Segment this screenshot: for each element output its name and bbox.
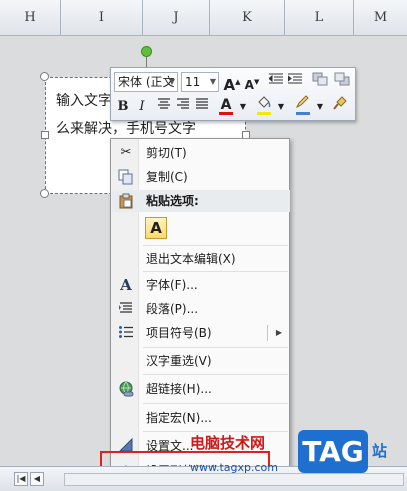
menu-item-hanja[interactable]: 汉字重选(V) (112, 350, 290, 372)
font-color-swatch (219, 112, 233, 115)
grow-font-button[interactable]: A▲ (223, 72, 241, 94)
menu-item-cut-label: 剪切(T) (146, 146, 187, 160)
menu-item-hyperlink-label: 超链接(H)... (146, 382, 212, 396)
paint-bucket-icon (258, 96, 271, 108)
chevron-right-icon[interactable]: ▶ (276, 322, 282, 344)
menu-item-paragraph[interactable]: 段落(P)... (112, 298, 290, 320)
align-right-icon (177, 98, 189, 109)
scissors-icon: ✂ (120, 145, 132, 160)
shrink-font-icon: A (244, 78, 254, 92)
format-painter-icon (333, 96, 347, 110)
watermark-station: 站 (372, 442, 388, 460)
menu-item-hanja-label: 汉字重选(V) (146, 354, 212, 368)
menu-item-exit-text-edit-label: 退出文本编辑(X) (146, 252, 236, 266)
italic-button[interactable]: I (133, 97, 151, 117)
font-icon: A (120, 276, 132, 294)
menu-item-copy[interactable]: 复制(C) (112, 166, 290, 188)
paragraph-icon (117, 301, 135, 317)
column-header-k[interactable]: K (210, 0, 285, 36)
watermark-site-name: 电脑技术网 (190, 434, 266, 452)
rotation-handle[interactable] (141, 46, 152, 57)
menu-item-paste-options: 粘贴选项: (112, 190, 290, 212)
increase-indent-icon (287, 73, 302, 84)
column-header-bar: H I J K L M (0, 0, 407, 36)
bring-forward-button[interactable] (311, 72, 329, 92)
menu-item-paragraph-label: 段落(P)... (146, 302, 199, 316)
font-color-icon: A (220, 97, 232, 113)
previous-sheet-button[interactable]: ◀ (30, 472, 44, 486)
menu-separator (143, 245, 288, 246)
font-name-value: 宋体 (正文 (118, 75, 175, 89)
menu-item-assign-macro[interactable]: 指定宏(N)... (112, 407, 290, 429)
shape-outline-button[interactable] (294, 95, 312, 115)
chevron-down-icon[interactable]: ▼ (311, 97, 329, 117)
clipboard-icon (117, 193, 135, 209)
column-header-m[interactable]: M (354, 0, 407, 36)
menu-item-exit-text-edit[interactable]: 退出文本编辑(X) (112, 248, 290, 270)
justify-icon (196, 98, 208, 109)
send-backward-icon (334, 72, 350, 86)
justify-button[interactable] (193, 97, 211, 117)
chevron-down-icon[interactable]: ▼ (272, 97, 290, 117)
hyperlink-icon (117, 381, 135, 397)
bullet-list-icon (117, 325, 135, 341)
column-header-i[interactable]: I (61, 0, 143, 36)
column-header-l[interactable]: L (285, 0, 354, 36)
menu-separator (143, 271, 288, 272)
menu-separator (143, 403, 288, 404)
outline-color-swatch (296, 112, 310, 115)
menu-separator (143, 347, 288, 348)
menu-item-font[interactable]: A 字体(F)... (112, 274, 290, 296)
menu-item-bullets[interactable]: 项目符号(B) ▶ (112, 322, 290, 344)
resize-handle-bottom-left[interactable] (40, 189, 49, 198)
resize-handle-left[interactable] (41, 131, 49, 139)
column-header-h[interactable]: H (0, 0, 61, 36)
submenu-divider (267, 325, 268, 341)
shape-fill-button[interactable] (255, 95, 273, 115)
align-center-icon (158, 98, 170, 109)
menu-item-hyperlink[interactable]: 超链接(H)... (112, 378, 290, 400)
watermark-url: www.tagxp.com (190, 461, 278, 474)
copy-icon (117, 169, 135, 185)
font-name-select[interactable]: 宋体 (正文 ▼ (114, 72, 178, 92)
font-color-button[interactable]: A (217, 95, 235, 115)
menu-separator (143, 374, 288, 375)
bold-button[interactable]: B (114, 97, 132, 117)
text-box-line-2[interactable]: 么来解决，手机号文字 (56, 118, 196, 138)
menu-item-font-label: 字体(F)... (146, 278, 198, 292)
bring-forward-icon (312, 72, 328, 86)
font-size-value: 11 (185, 75, 201, 89)
grow-font-icon: A (223, 76, 236, 94)
align-right-button[interactable] (174, 97, 192, 117)
send-backward-button[interactable] (333, 72, 351, 92)
chevron-down-icon: ▼ (168, 77, 175, 86)
format-painter-button[interactable] (331, 95, 349, 115)
menu-item-bullets-label: 项目符号(B) (146, 326, 212, 340)
paste-options-label: 粘贴选项: (146, 194, 199, 208)
shrink-font-button[interactable]: A▼ (243, 72, 261, 92)
increase-indent-button[interactable] (286, 72, 304, 92)
watermark-logo: TAG (298, 430, 368, 473)
mini-toolbar: 宋体 (正文 ▼ 11 ▼ A▲ A▼ B I A ▼ ▼ ▼ (110, 67, 356, 121)
text-box-line-1[interactable]: 输入文字 (56, 90, 112, 110)
font-size-select[interactable]: 11 ▼ (181, 72, 219, 92)
chevron-down-icon[interactable]: ▼ (234, 97, 252, 117)
decrease-indent-icon (268, 73, 283, 84)
decrease-indent-button[interactable] (267, 72, 285, 92)
fill-color-swatch (257, 112, 271, 115)
align-center-button[interactable] (155, 97, 173, 117)
first-sheet-button[interactable]: |◀ (14, 472, 28, 486)
column-header-j[interactable]: J (143, 0, 210, 36)
resize-handle-top-left[interactable] (40, 72, 49, 81)
menu-item-cut[interactable]: ✂ 剪切(T) (112, 142, 290, 164)
menu-item-assign-macro-label: 指定宏(N)... (146, 411, 212, 425)
paste-keep-text-only-button[interactable]: A (145, 217, 167, 239)
chevron-down-icon: ▼ (209, 77, 216, 86)
horizontal-scrollbar[interactable] (64, 473, 404, 486)
pencil-icon (295, 95, 309, 109)
menu-item-copy-label: 复制(C) (146, 170, 188, 184)
